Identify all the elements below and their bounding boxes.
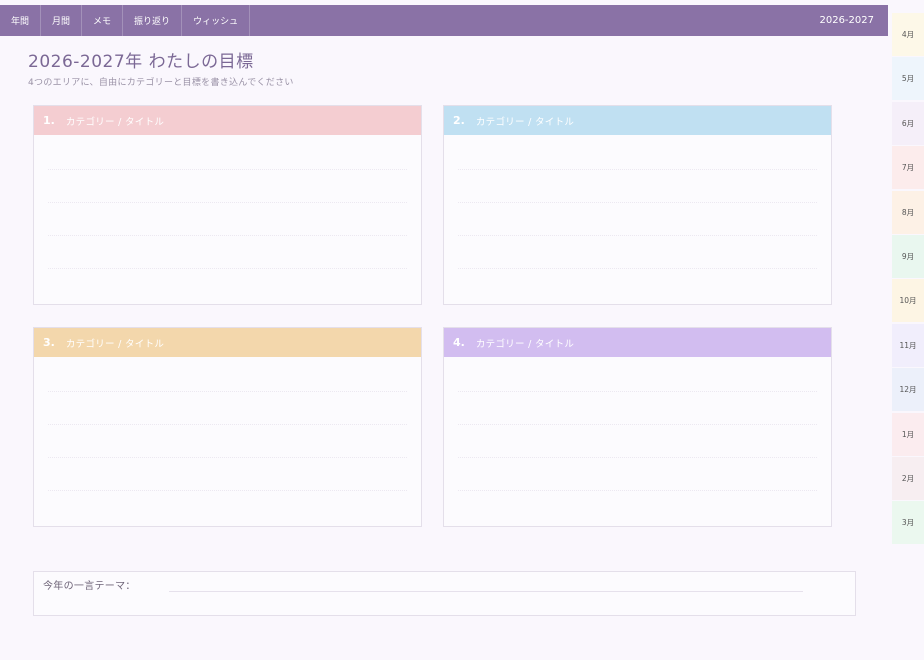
- month-tab-dec[interactable]: 12月: [892, 368, 924, 412]
- tab-annual[interactable]: 年間: [0, 5, 42, 36]
- writing-guide-line: [48, 490, 407, 491]
- goal-area-1[interactable]: 1. カテゴリー / タイトル: [33, 105, 422, 305]
- goal-area-header: 4. カテゴリー / タイトル: [444, 328, 831, 357]
- goal-area-header: 1. カテゴリー / タイトル: [34, 106, 421, 135]
- goal-area-writing-space[interactable]: [444, 135, 831, 305]
- goal-area-3[interactable]: 3. カテゴリー / タイトル: [33, 327, 422, 527]
- month-tab-aug[interactable]: 8月: [892, 190, 924, 234]
- writing-guide-line: [458, 268, 817, 269]
- month-tab-jul[interactable]: 7月: [892, 146, 924, 190]
- yearly-theme-box: 今年の一言テーマ：: [33, 571, 856, 616]
- yearly-theme-label: 今年の一言テーマ：: [43, 581, 136, 592]
- goal-area-header: 2. カテゴリー / タイトル: [444, 106, 831, 135]
- month-tab-jun[interactable]: 6月: [892, 101, 924, 145]
- goal-area-4[interactable]: 4. カテゴリー / タイトル: [443, 327, 832, 527]
- page-title: 2026-2027年 わたしの目標: [28, 52, 254, 72]
- goal-area-writing-space[interactable]: [34, 357, 421, 527]
- month-tab-may[interactable]: 5月: [892, 57, 924, 101]
- goal-area-header: 3. カテゴリー / タイトル: [34, 328, 421, 357]
- page-subtitle: 4つのエリアに、自由にカテゴリーと目標を書き込んでください: [28, 78, 294, 88]
- top-navigation-bar: 年間 月間 メモ 振り返り ウィッシュ 2026-2027: [0, 5, 888, 36]
- month-tab-feb[interactable]: 2月: [892, 456, 924, 500]
- writing-guide-line: [48, 424, 407, 425]
- writing-guide-line: [48, 457, 407, 458]
- writing-guide-line: [458, 235, 817, 236]
- writing-guide-line: [458, 202, 817, 203]
- goal-area-2[interactable]: 2. カテゴリー / タイトル: [443, 105, 832, 305]
- goal-area-number: 3.: [43, 336, 55, 349]
- tab-monthly[interactable]: 月間: [41, 5, 83, 36]
- writing-guide-line: [48, 235, 407, 236]
- writing-guide-line: [458, 457, 817, 458]
- writing-guide-line: [48, 169, 407, 170]
- month-tab-oct[interactable]: 10月: [892, 279, 924, 323]
- tab-wish[interactable]: ウィッシュ: [182, 5, 251, 36]
- writing-guide-line: [48, 268, 407, 269]
- month-tab-mar[interactable]: 3月: [892, 501, 924, 545]
- tab-review[interactable]: 振り返り: [123, 5, 183, 36]
- writing-guide-line: [48, 391, 407, 392]
- writing-guide-line: [458, 490, 817, 491]
- goal-area-title[interactable]: カテゴリー / タイトル: [476, 336, 574, 350]
- yearly-theme-input-line[interactable]: [169, 591, 803, 592]
- month-tab-sep[interactable]: 9月: [892, 234, 924, 278]
- goal-area-number: 4.: [453, 336, 465, 349]
- month-tab-nov[interactable]: 11月: [892, 323, 924, 367]
- tab-memo[interactable]: メモ: [82, 5, 124, 36]
- year-label: 2026-2027: [819, 15, 874, 26]
- goal-area-number: 1.: [43, 114, 55, 127]
- writing-guide-line: [48, 202, 407, 203]
- goal-area-title[interactable]: カテゴリー / タイトル: [476, 114, 574, 128]
- writing-guide-line: [458, 391, 817, 392]
- writing-guide-line: [458, 424, 817, 425]
- goal-area-writing-space[interactable]: [444, 357, 831, 527]
- month-tab-jan[interactable]: 1月: [892, 412, 924, 456]
- goal-area-writing-space[interactable]: [34, 135, 421, 305]
- goal-area-title[interactable]: カテゴリー / タイトル: [66, 114, 164, 128]
- goal-area-number: 2.: [453, 114, 465, 127]
- writing-guide-line: [458, 169, 817, 170]
- month-tab-apr[interactable]: 4月: [892, 13, 924, 56]
- month-side-tabs: 4月 5月 6月 7月 8月 9月 10月 11月 12月 1月 2月 3月: [892, 13, 924, 546]
- goal-area-title[interactable]: カテゴリー / タイトル: [66, 336, 164, 350]
